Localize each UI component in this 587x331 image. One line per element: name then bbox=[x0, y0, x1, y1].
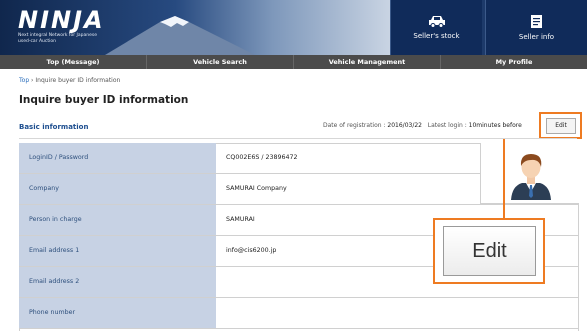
nav-my-profile[interactable]: My Profile bbox=[441, 55, 587, 69]
row-value-email2 bbox=[216, 267, 226, 297]
page-title: Inquire buyer ID information bbox=[19, 94, 189, 106]
nav-vehicle-management[interactable]: Vehicle Management bbox=[294, 55, 441, 69]
row-label-email2: Email address 2 bbox=[19, 267, 216, 297]
edit-button[interactable]: Edit bbox=[546, 118, 576, 134]
section-divider bbox=[19, 138, 577, 139]
section-title: Basic information bbox=[19, 123, 89, 131]
row-value-person: SAMURAI bbox=[226, 216, 255, 223]
row-value-phone bbox=[216, 298, 226, 328]
row-label-person: Person in charge bbox=[19, 205, 216, 235]
main-nav: Top (Message) Vehicle Search Vehicle Man… bbox=[0, 55, 587, 69]
sellers-stock-label: Seller's stock bbox=[413, 32, 460, 40]
logo-tagline: Next integral Network for Japanese used-… bbox=[18, 33, 97, 44]
mount-fuji-illustration bbox=[105, 16, 255, 55]
breadcrumb-current: Inquire buyer ID information bbox=[35, 77, 121, 84]
table-row: Phone number bbox=[19, 298, 579, 329]
avatar bbox=[511, 154, 551, 200]
row-value-company: SAMURAI Company bbox=[226, 185, 287, 192]
nav-top-message[interactable]: Top (Message) bbox=[0, 55, 147, 69]
registration-date: 2016/03/22 bbox=[387, 122, 422, 129]
breadcrumb-separator: › bbox=[31, 77, 34, 84]
row-value-email1: info@cis6200.jp bbox=[226, 247, 277, 254]
site-header: NINJA Next integral Network for Japanese… bbox=[0, 0, 587, 55]
document-icon bbox=[531, 15, 542, 28]
row-label-phone: Phone number bbox=[19, 298, 216, 328]
row-label-login: LoginID / Password bbox=[19, 143, 216, 173]
sellers-stock-button[interactable]: Seller's stock bbox=[390, 0, 482, 55]
latest-login-value: 10minutes before bbox=[468, 122, 522, 129]
registration-info: Date of registration : 2016/03/22 Latest… bbox=[323, 122, 522, 129]
logo-word: NINJA bbox=[18, 6, 105, 34]
callout-connector bbox=[503, 139, 505, 219]
row-label-email1: Email address 1 bbox=[19, 236, 216, 266]
breadcrumb: Top › Inquire buyer ID information bbox=[19, 77, 120, 84]
row-value-login: CQ002E6S / 23896472 bbox=[226, 154, 298, 161]
car-icon bbox=[428, 16, 445, 28]
row-label-company: Company bbox=[19, 174, 216, 204]
nav-vehicle-search[interactable]: Vehicle Search bbox=[147, 55, 294, 69]
latest-login-label: Latest login : bbox=[427, 122, 467, 129]
registration-label: Date of registration : bbox=[323, 122, 386, 129]
ninja-logo[interactable]: NINJA Next integral Network for Japanese… bbox=[18, 7, 108, 45]
edit-button-zoomed[interactable]: Edit bbox=[443, 226, 536, 276]
seller-info-label: Seller info bbox=[518, 33, 555, 41]
seller-info-button[interactable]: Seller info bbox=[485, 0, 587, 55]
breadcrumb-top-link[interactable]: Top bbox=[19, 77, 29, 84]
